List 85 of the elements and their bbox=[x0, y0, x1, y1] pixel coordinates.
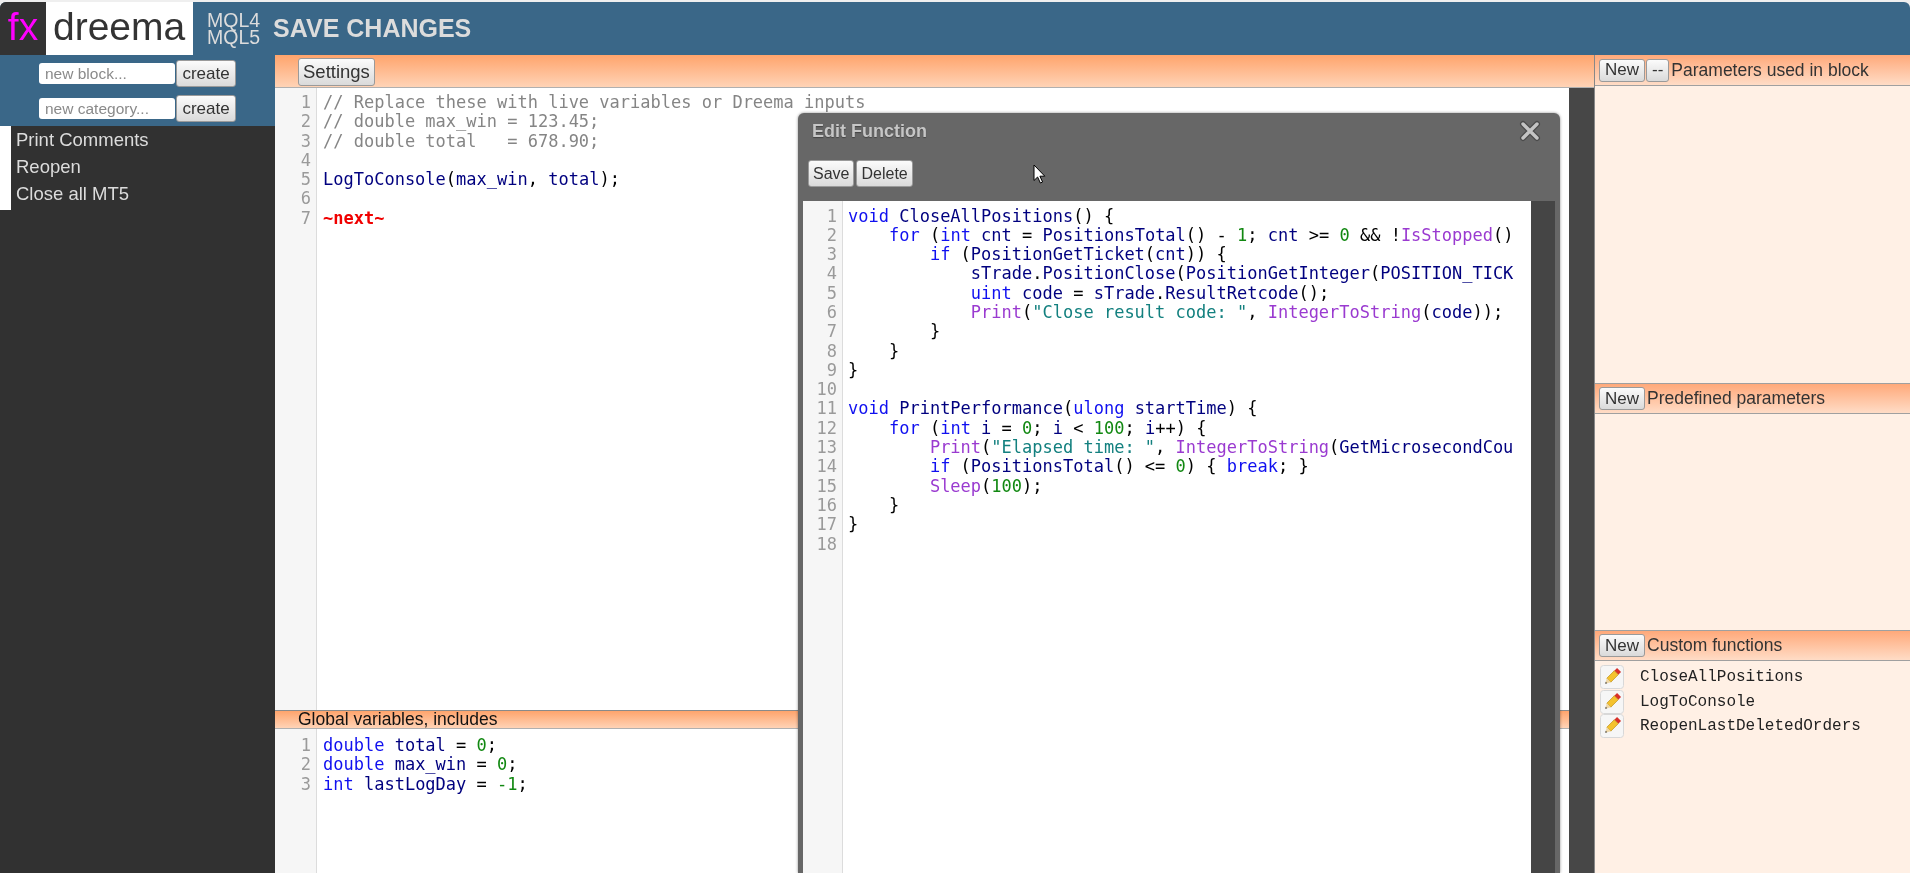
panel-button[interactable]: New bbox=[1599, 634, 1645, 657]
dialog-title: Edit Function bbox=[812, 120, 927, 142]
name-input[interactable]: new category... bbox=[39, 98, 175, 119]
panel-button[interactable]: -- bbox=[1646, 58, 1670, 82]
scrollbar[interactable] bbox=[1531, 201, 1555, 873]
panel-title: Custom functions bbox=[1647, 635, 1783, 656]
line-number: 17 bbox=[816, 514, 837, 535]
code-line: for (int cnt = PositionsTotal() - 1; cnt >= 0 && !IsStopped() bbox=[888, 224, 1514, 245]
pencil-icon[interactable] bbox=[1600, 665, 1624, 690]
line-number: 12 bbox=[816, 417, 837, 438]
scrollbar[interactable] bbox=[1569, 88, 1594, 873]
line-number: 3 bbox=[826, 244, 837, 265]
code-line: ~next~ bbox=[323, 207, 385, 228]
line-number: 2 bbox=[300, 754, 311, 775]
function-name[interactable]: LogToConsole bbox=[1640, 692, 1756, 711]
create-button[interactable]: create bbox=[176, 95, 236, 122]
code-line: // Replace these with live variables or Dreema inputs bbox=[323, 92, 866, 112]
line-number: 15 bbox=[816, 475, 837, 496]
line-number: 8 bbox=[826, 340, 837, 361]
line-number: 1 bbox=[826, 205, 837, 226]
name-input[interactable]: new block... bbox=[39, 63, 175, 84]
block-item[interactable]: Print Comments bbox=[16, 128, 149, 151]
line-number: 6 bbox=[300, 188, 311, 209]
line-number: 6 bbox=[826, 302, 837, 322]
line-number: 10 bbox=[816, 379, 837, 400]
line-number: 14 bbox=[816, 456, 837, 477]
code-line: } bbox=[848, 359, 859, 380]
code-line: } bbox=[888, 494, 900, 515]
line-number: 4 bbox=[300, 149, 311, 170]
code-line: } bbox=[929, 321, 941, 342]
block-item[interactable]: Reopen bbox=[16, 155, 81, 178]
cursor-icon bbox=[1033, 164, 1046, 184]
line-number: 7 bbox=[300, 207, 311, 228]
pencil-icon[interactable] bbox=[1600, 714, 1624, 739]
function-name[interactable]: ReopenLastDeletedOrders bbox=[1640, 717, 1861, 736]
dialog-button[interactable]: Delete bbox=[856, 160, 913, 187]
panel-title: Parameters used in block bbox=[1671, 59, 1869, 81]
line-number: 3 bbox=[300, 773, 311, 794]
code-line: LogToConsole(max_win, total); bbox=[323, 169, 620, 190]
code-line: void PrintPerformance(ulong startTime) { bbox=[848, 398, 1258, 419]
logo-prefix: fx bbox=[0, 2, 46, 55]
line-number: 1 bbox=[300, 92, 311, 112]
code-line: Print("Elapsed time: ", IntegerToString(GetMicrosecondCou bbox=[929, 437, 1514, 458]
function-name[interactable]: CloseAllPositions bbox=[1640, 668, 1804, 687]
close-icon[interactable] bbox=[1519, 120, 1541, 142]
line-number: 5 bbox=[300, 169, 311, 190]
code-line: } bbox=[888, 340, 900, 361]
code-line: Print("Close result code: ", IntegerToString(code)); bbox=[970, 302, 1504, 322]
line-number: 3 bbox=[300, 130, 311, 151]
code-line: double total = 0; bbox=[323, 735, 498, 755]
line-number: 16 bbox=[816, 494, 837, 515]
code-line: // double max_win = 123.45; bbox=[323, 111, 600, 132]
line-number: 9 bbox=[826, 359, 837, 380]
save-changes-link[interactable]: SAVE CHANGES bbox=[273, 14, 472, 43]
block-item[interactable]: Close all MT5 bbox=[16, 182, 130, 205]
dialog-button[interactable]: Save bbox=[808, 160, 855, 187]
line-number: 5 bbox=[826, 282, 837, 303]
pencil-icon[interactable] bbox=[1600, 689, 1624, 714]
code-line: uint code = sTrade.ResultRetcode(); bbox=[970, 282, 1330, 303]
section-title: Global variables, includes bbox=[298, 711, 498, 728]
code-line: } bbox=[848, 514, 859, 535]
code-line: sTrade.PositionClose(PositionGetInteger(POSITION_TICK bbox=[970, 263, 1514, 284]
create-button[interactable]: create bbox=[176, 60, 236, 87]
language-link[interactable]: MQL4 bbox=[207, 11, 261, 29]
code-line: double max_win = 0; bbox=[323, 754, 518, 775]
code-line: if (PositionsTotal() <= 0) { break; } bbox=[929, 456, 1309, 477]
panel-button[interactable]: New bbox=[1599, 58, 1645, 82]
line-number: 2 bbox=[300, 111, 311, 132]
code-line: // double total = 678.90; bbox=[323, 130, 600, 151]
code-line: if (PositionGetTicket(cnt)) { bbox=[929, 244, 1227, 265]
code-line: Sleep(100); bbox=[929, 475, 1043, 496]
line-number: 4 bbox=[826, 263, 837, 284]
code-line: int lastLogDay = -1; bbox=[323, 773, 528, 794]
panel-button[interactable]: New bbox=[1599, 387, 1645, 410]
line-number: 1 bbox=[300, 735, 311, 755]
code-line: void CloseAllPositions() { bbox=[848, 205, 1115, 226]
line-number: 7 bbox=[826, 321, 837, 342]
settings-button[interactable]: Settings bbox=[298, 58, 375, 86]
line-number: 13 bbox=[816, 437, 837, 458]
panel-title: Predefined parameters bbox=[1647, 388, 1826, 409]
code-line: for (int i = 0; i < 100; i++) { bbox=[888, 417, 1207, 438]
line-number: 18 bbox=[816, 533, 837, 554]
line-number: 2 bbox=[826, 224, 837, 245]
logo-wordmark: dreema bbox=[46, 2, 193, 55]
line-number: 11 bbox=[816, 398, 837, 419]
